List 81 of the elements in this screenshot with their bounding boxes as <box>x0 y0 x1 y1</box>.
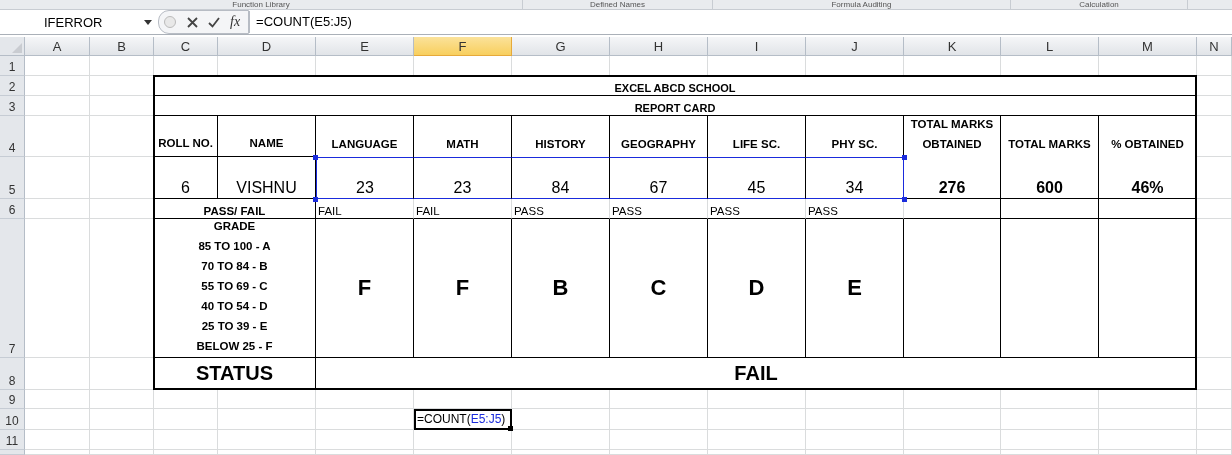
table-cell: F <box>316 219 414 358</box>
ribbon-group-label: Calculation <box>1079 0 1119 9</box>
triangle-icon <box>12 43 22 53</box>
column-header[interactable]: I <box>708 37 806 56</box>
ribbon-group-label: Formula Auditing <box>831 0 892 9</box>
formula-field[interactable]: =COUNT(E5:J5) <box>249 11 1232 33</box>
column-heading: HISTORY <box>512 116 610 157</box>
range-handle[interactable] <box>902 197 907 202</box>
table-cell: E <box>806 219 904 358</box>
table-cell: 23 <box>316 157 414 199</box>
table-cell: 6 <box>154 157 218 199</box>
row-header[interactable] <box>0 450 25 455</box>
range-handle[interactable] <box>313 155 318 160</box>
column-header[interactable]: E <box>316 37 414 56</box>
column-header[interactable]: D <box>218 37 316 56</box>
column-header[interactable]: C <box>154 37 218 56</box>
column-header[interactable]: M <box>1099 37 1197 56</box>
insert-function-button[interactable]: fx <box>230 14 241 30</box>
row-header[interactable]: 9 <box>0 390 25 409</box>
column-header[interactable]: G <box>512 37 610 56</box>
grade-legend-line: 70 TO 84 - B <box>201 259 268 274</box>
row-header[interactable]: 10 <box>0 409 25 430</box>
column-heading: ROLL NO. <box>154 116 218 157</box>
grade-legend-line: GRADE <box>213 219 256 234</box>
table-cell: PASS/ FAIL <box>154 199 316 219</box>
column-heading: TOTAL MARKS OBTAINED <box>904 116 1001 157</box>
column-header[interactable]: F <box>414 37 512 56</box>
column-header[interactable]: L <box>1001 37 1099 56</box>
column-heading: TOTAL MARKS <box>1001 116 1099 157</box>
column-header[interactable]: H <box>610 37 708 56</box>
table-cell: F <box>414 219 512 358</box>
row-header[interactable]: 7 <box>0 219 25 358</box>
row-header[interactable]: 4 <box>0 116 25 157</box>
check-icon[interactable] <box>208 16 220 28</box>
column-header[interactable]: A <box>25 37 90 56</box>
table-cell: C <box>610 219 708 358</box>
table-cell: 34 <box>806 157 904 199</box>
table-cell: 67 <box>610 157 708 199</box>
row-header[interactable]: 8 <box>0 358 25 390</box>
row-header[interactable]: 6 <box>0 199 25 219</box>
column-header[interactable]: K <box>904 37 1001 56</box>
table-cell: B <box>512 219 610 358</box>
grade-legend-line: 25 TO 39 - E <box>201 319 268 334</box>
column-header[interactable]: B <box>90 37 154 56</box>
range-handle[interactable] <box>902 155 907 160</box>
cancel-icon[interactable] <box>187 16 198 28</box>
table-cell: 276 <box>904 157 1001 199</box>
table-cell: VISHNU <box>218 157 316 199</box>
cell-editor[interactable]: =COUNT(E5:J5) <box>414 409 512 430</box>
column-heading: MATH <box>414 116 512 157</box>
column-heading: GEOGRAPHY <box>610 116 708 157</box>
select-all-button[interactable] <box>0 37 25 56</box>
row-header[interactable]: 3 <box>0 96 25 116</box>
table-cell: EXCEL ABCD SCHOOL <box>154 76 1197 96</box>
column-header[interactable]: N <box>1197 37 1232 56</box>
name-box[interactable]: IFERROR <box>0 11 148 33</box>
range-handle[interactable] <box>313 197 318 202</box>
table-cell: 84 <box>512 157 610 199</box>
table-cell: 23 <box>414 157 512 199</box>
grade-legend-line: BELOW 25 - F <box>196 339 273 354</box>
grip-icon <box>163 15 177 29</box>
column-heading: NAME <box>218 116 316 157</box>
grade-legend-line: 85 TO 100 - A <box>198 239 271 254</box>
table-cell: D <box>708 219 806 358</box>
caret-icon[interactable] <box>144 19 152 25</box>
fill-handle[interactable] <box>508 426 513 431</box>
ribbon-group-label: Function Library <box>232 0 290 9</box>
grade-legend-line: 55 TO 69 - C <box>201 279 268 294</box>
column-heading: LANGUAGE <box>316 116 414 157</box>
table-cell: REPORT CARD <box>154 96 1197 116</box>
table-cell: 600 <box>1001 157 1099 199</box>
row-header[interactable]: 11 <box>0 430 25 450</box>
row-header[interactable]: 1 <box>0 56 25 76</box>
row-header[interactable]: 2 <box>0 76 25 96</box>
table-cell: 45 <box>708 157 806 199</box>
column-header[interactable]: J <box>806 37 904 56</box>
column-heading: PHY SC. <box>806 116 904 157</box>
ribbon-group-label: Defined Names <box>589 0 646 9</box>
grade-legend-line: 40 TO 54 - D <box>201 299 268 314</box>
column-heading: LIFE SC. <box>708 116 806 157</box>
row-header[interactable]: 5 <box>0 157 25 199</box>
